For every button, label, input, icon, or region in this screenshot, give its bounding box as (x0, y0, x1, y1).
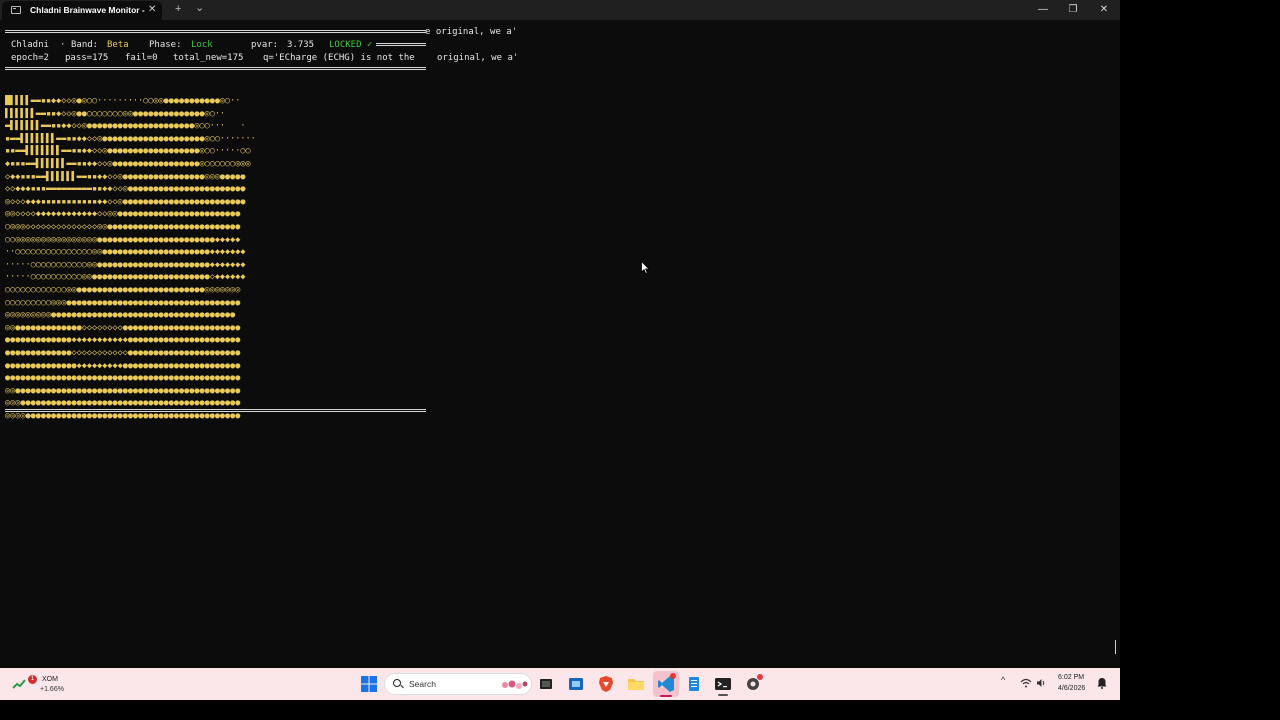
taskbar: 1 XOM +1.66% Search ^ 6:02 PM 4/6/2026 (0, 668, 1120, 700)
pattern-row: ◎◇◇◇◆◆◆▪▪▪▪▪▪▪▪▪▪▪◆◆◇◇◎●●●●●●●●●●●●●●●●●… (5, 196, 246, 207)
pattern-row: ○○◎◎◎◎◎◎◎◎◎◎◎◎◎◎◎◎●●●●●●●●●●●●●●●●●●●●●●… (5, 234, 241, 245)
desktop-screen: Chladni Brainwave Monitor - ✕ + ⌄ — ❐ ✕ … (0, 0, 1120, 700)
notification-badge: 1 (28, 675, 37, 684)
status-separator: · (60, 40, 66, 50)
pattern-row: ○○○○○○○○○◎◎◎●●●●●●●●●●●●●●●●●●●●●●●●●●●●… (5, 297, 241, 308)
windows-logo-icon (361, 676, 377, 692)
start-button[interactable] (359, 674, 379, 694)
pattern-row: ●●●●●●●●●●●●●●◆◆◆◆◆◆◆◆◆●●●●●●●●●●●●●●●●●… (5, 360, 241, 371)
header-border (5, 67, 426, 70)
store-icon (569, 678, 583, 690)
scrollbar-indicator[interactable] (1115, 640, 1116, 654)
recording-dot-icon (757, 674, 763, 680)
pvar-label: pvar: (251, 40, 279, 50)
pattern-row: ·····○○○○○○○○○○◎◎●●●●●●●●●●●●●●●●●●●●●●●… (5, 272, 246, 283)
pattern-row: █▌▌▌▌▬▬▪▪◆◆◇◇◎●◎○○·········○○◎◎●●●●●●●●●… (5, 96, 246, 106)
folder-icon (628, 679, 644, 690)
pattern-row: ▬▌▌▌▌▌▌▬▬▪▪◆◆◇◇◎●●●●●●●●●●●●●●●●●●●●●◎○○… (5, 121, 251, 132)
task-view-button[interactable] (536, 674, 556, 694)
status-border-tail (376, 43, 426, 46)
epoch-stat: epoch=2 (11, 53, 49, 63)
search-icon (393, 679, 401, 687)
pattern-row: ●●●●●●●●●●●●●◆◆◆◆◆◆◆◆◆◆◆●●●●●●●●●●●●●●●●… (5, 335, 241, 346)
search-label: Search (409, 679, 436, 689)
pattern-row: ◆▪▪▪▬▬▌▌▌▌▌▌▬▬▪▪◆◆◇◇◎●●●●●●●●●●●●●●●●●◎○… (5, 159, 251, 169)
task-view-icon (540, 679, 552, 689)
pattern-row: ·····○○○○○○○○○○○◎◎●●●●●●●●●●●●●●●●●●●●●●… (5, 259, 246, 270)
pattern-row: ◎◎◎◎◎◎◎◎◎●●●●●●●●●●●●●●●●●●●●●●●●●●●●●●●… (5, 310, 236, 321)
status-app-name: Chladni (11, 40, 49, 50)
window-titlebar[interactable]: Chladni Brainwave Monitor - ✕ + ⌄ — ❐ ✕ (0, 0, 1120, 20)
pattern-row: ··○○○○○○○○○○○○○○○◎◎●●●●●●●●●●●●●●●●●●●●●… (5, 247, 246, 258)
search-input[interactable]: Search (384, 673, 532, 695)
active-indicator (718, 694, 728, 696)
top-border (5, 30, 426, 33)
taskbar-app-generic[interactable] (743, 674, 763, 694)
taskbar-vscode[interactable] (653, 671, 679, 697)
pattern-row: ○◎◎◎◇◇◇◇◇◇◇◇◇◇◇◇◇◇◎◎●●●●●●●●●●●●●●●●●●●●… (5, 222, 241, 232)
taskbar-file-explorer[interactable] (626, 674, 646, 694)
terminal-icon (11, 6, 21, 14)
tab-title: Chladni Brainwave Monitor - (30, 5, 145, 15)
pvar-value: 3.735 (287, 40, 315, 50)
active-indicator (660, 695, 672, 697)
taskbar-brave-browser[interactable] (596, 674, 616, 694)
total-new-stat: total_new=175 (173, 53, 244, 63)
band-value: Beta (107, 40, 129, 50)
chladni-pattern-grid: █▌▌▌▌▬▬▪▪◆◆◇◇◎●◎○○·········○○◎◎●●●●●●●●●… (5, 95, 427, 425)
query-text: q='ECharge (ECHG) is not the (263, 53, 415, 63)
pattern-row: ◎◎◎●●●●●●●●●●●●●●●●●●●●●●●●●●●●●●●●●●●●●… (5, 398, 241, 409)
recording-dot-icon (670, 673, 676, 679)
minimize-button[interactable]: — (1028, 0, 1058, 20)
terminal-content[interactable]: e original, we a' Chladni · Band: Beta P… (0, 20, 1120, 668)
new-tab-button[interactable]: + (175, 2, 181, 16)
volume-icon[interactable] (1036, 678, 1046, 688)
pattern-row: ●●●●●●●●●●●●●◇◇◇◇◇◇◇◇◇◇◇●●●●●●●●●●●●●●●●… (5, 348, 241, 358)
notepad-icon (689, 677, 699, 691)
pattern-row: ◇◆◆▪▪▪▬▬▌▌▌▌▌▌▬▬▪▪◆◆◇◇◎●●●●●●●●●●●●●●●●◎… (5, 171, 246, 182)
mouse-pointer-icon (641, 261, 650, 274)
bottom-border (5, 409, 426, 412)
pattern-row: ○○○○○○○○○○○○◎◎●●●●●●●●●●●●●●●●●●●●●●●●●◎… (5, 285, 241, 295)
stock-ticker: XOM (42, 676, 58, 683)
pattern-row: ▪▪▬▬▌▌▌▌▌▌▌▬▬▪▪◆◆◇◇◎●●●●●●●●●●●●●●●●●●◎○… (5, 146, 251, 157)
phase-value: Lock (191, 40, 213, 50)
clock-time[interactable]: 6:02 PM (1058, 674, 1084, 681)
overflow-text-2: original, we a' (437, 53, 519, 63)
stock-widget[interactable]: 1 XOM +1.66% (8, 672, 78, 698)
terminal-icon (715, 678, 731, 690)
overflow-text-1: e original, we a' (425, 27, 518, 37)
pattern-row: ◇◇◆◆◆▪▪▪▬▬▬▬▬▬▬▬▬▪▪◆◆◇◇◎●●●●●●●●●●●●●●●●… (5, 184, 246, 195)
tab-dropdown-button[interactable]: ⌄ (195, 1, 204, 15)
locked-status: LOCKED ✓ (329, 40, 373, 50)
search-highlight-icon (502, 680, 528, 689)
pattern-row: ▌▌▌▌▌▌▬▬▪▪◆◇◇◎●●○○○○○○○◎◎●●●●●●●●●●●●●●◎… (5, 108, 231, 119)
notification-bell-icon[interactable] (1097, 677, 1107, 689)
pattern-row: ◎◎◇◇◇◇◆◆◆◆◆◆◆◆◆◆◆◆◇◇◎◎●●●●●●●●●●●●●●●●●●… (5, 209, 241, 220)
wifi-icon[interactable] (1020, 678, 1032, 688)
maximize-button[interactable]: ❐ (1058, 0, 1088, 20)
pattern-row: ◎◎●●●●●●●●●●●●●●●●●●●●●●●●●●●●●●●●●●●●●●… (5, 385, 241, 396)
taskbar-notepad[interactable] (684, 674, 704, 694)
fail-stat: fail=0 (125, 53, 158, 63)
band-label: Band: (71, 40, 99, 50)
taskbar-terminal[interactable] (713, 674, 733, 696)
close-window-button[interactable]: ✕ (1089, 0, 1119, 20)
pattern-row: ◎◎●●●●●●●●●●●●●◇◇◇◇◇◇◇◇●●●●●●●●●●●●●●●●●… (5, 322, 241, 333)
pass-stat: pass=175 (65, 53, 109, 63)
brave-lion-icon (599, 676, 613, 692)
stock-chart-icon (12, 679, 26, 689)
clock-date[interactable]: 4/6/2026 (1058, 685, 1085, 692)
pattern-row: ●●●●●●●●●●●●●●●●●●●●●●●●●●●●●●●●●●●●●●●●… (5, 373, 241, 384)
stock-change: +1.66% (40, 686, 64, 693)
tab-close-button[interactable]: ✕ (148, 4, 156, 16)
phase-label: Phase: (149, 40, 182, 50)
tray-overflow-chevron[interactable]: ^ (1001, 675, 1005, 685)
pattern-row: ▪▬▬▌▌▌▌▌▌▌▬▬▪▪◆◆◇◇◎●●●●●●●●●●●●●●●●●●●●◎… (5, 133, 256, 144)
taskbar-app-store[interactable] (566, 674, 586, 694)
tab-chladni-monitor[interactable]: Chladni Brainwave Monitor - ✕ (2, 1, 162, 20)
